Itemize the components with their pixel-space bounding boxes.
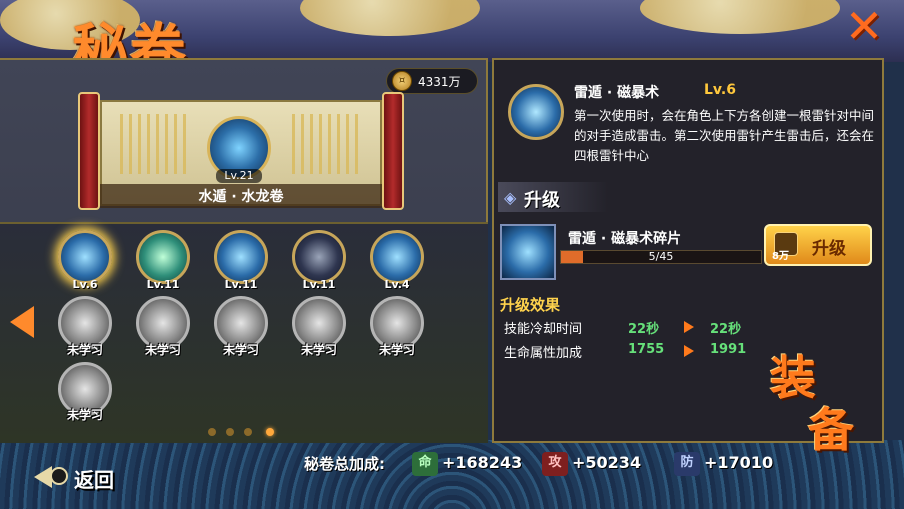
upgrade-cost: 8万	[772, 251, 789, 262]
attack-stat-icon: 攻	[542, 452, 568, 476]
skill-level-label: Lv.11	[146, 278, 180, 291]
coin-value: 4331万	[418, 75, 461, 89]
effect-next-value: 1991	[710, 342, 747, 357]
arrow-right-icon	[684, 345, 694, 357]
effect-label: 技能冷却时间	[504, 322, 583, 337]
defense-stat-icon: 防	[674, 452, 700, 476]
scroll-skill-level: Lv.21	[216, 169, 262, 183]
page-dot[interactable]	[244, 428, 252, 436]
skill-locked-label: 未学习	[222, 343, 259, 357]
close-icon: ✕	[844, 0, 884, 53]
back-label: 返回	[74, 468, 114, 492]
equip-label-line1: 装	[770, 351, 816, 405]
skill-locked-label: 未学习	[144, 343, 181, 357]
skill-slot-5[interactable]	[370, 230, 424, 284]
skill-locked-label: 未学习	[300, 343, 337, 357]
skill-slot-2[interactable]	[136, 230, 190, 284]
total-bonus-label: 秘卷总加成:	[304, 455, 385, 473]
equip-label-line2: 备	[808, 403, 854, 457]
effect-next-value: 22秒	[710, 322, 742, 337]
defense-stat-value: +17010	[704, 453, 774, 472]
detail-skill-level: Lv.6	[704, 82, 736, 98]
rune-decoration	[120, 114, 190, 174]
effect-label: 生命属性加成	[504, 346, 583, 361]
fragment-count: 5/45	[648, 250, 674, 263]
cloud-decoration	[640, 0, 840, 34]
rune-decoration	[292, 114, 362, 174]
skill-level-label: Lv.11	[302, 278, 336, 291]
upgrade-button-label: 升级	[812, 239, 846, 259]
fragment-name: 雷遁 · 磁暴术碎片	[568, 231, 682, 247]
page-dot[interactable]	[226, 428, 234, 436]
scroll-skill-name: 水遁 · 水龙卷	[198, 189, 284, 205]
skill-level-label: Lv.11	[224, 278, 258, 291]
effect-current-value: 1755	[628, 342, 665, 357]
skill-locked-label: 未学习	[378, 343, 415, 357]
skill-level-label: Lv.6	[72, 278, 98, 291]
skill-slot-4[interactable]	[292, 230, 346, 284]
skill-slot-3[interactable]	[214, 230, 268, 284]
sharingan-icon	[50, 467, 68, 485]
arrow-right-icon	[684, 321, 694, 333]
skill-level-label: Lv.4	[384, 278, 410, 291]
skill-locked-label: 未学习	[66, 408, 103, 422]
page-dot-active[interactable]	[266, 428, 274, 436]
effect-current-value: 22秒	[628, 322, 660, 337]
fragment-icon	[500, 224, 556, 280]
scroll-rod-left	[78, 92, 100, 210]
detail-skill-description: 第一次使用时，会在角色上下方各创建一根雷针对中间的对手造成雷击。第二次使用雷针产…	[574, 108, 874, 163]
cloud-decoration	[300, 0, 480, 36]
scroll-rod-right	[382, 92, 404, 210]
hp-stat-icon: 命	[412, 452, 438, 476]
detail-skill-name: 雷遁 · 磁暴术	[574, 85, 660, 101]
detail-skill-icon	[508, 84, 564, 140]
page-prev-arrow[interactable]	[10, 306, 34, 338]
attack-stat-value: +50234	[572, 453, 642, 472]
upgrade-header: 升级	[524, 190, 560, 211]
skill-slot-1[interactable]	[58, 230, 112, 284]
coin-icon: ¤	[392, 71, 412, 91]
hp-stat-value: +168243	[442, 453, 523, 472]
effects-title: 升级效果	[500, 296, 561, 314]
upgrade-icon: ◈	[504, 188, 517, 207]
close-button[interactable]: ✕	[834, 2, 894, 50]
skill-locked-label: 未学习	[66, 343, 103, 357]
equip-button[interactable]: 装 备	[770, 352, 894, 486]
page-dot[interactable]	[208, 428, 216, 436]
